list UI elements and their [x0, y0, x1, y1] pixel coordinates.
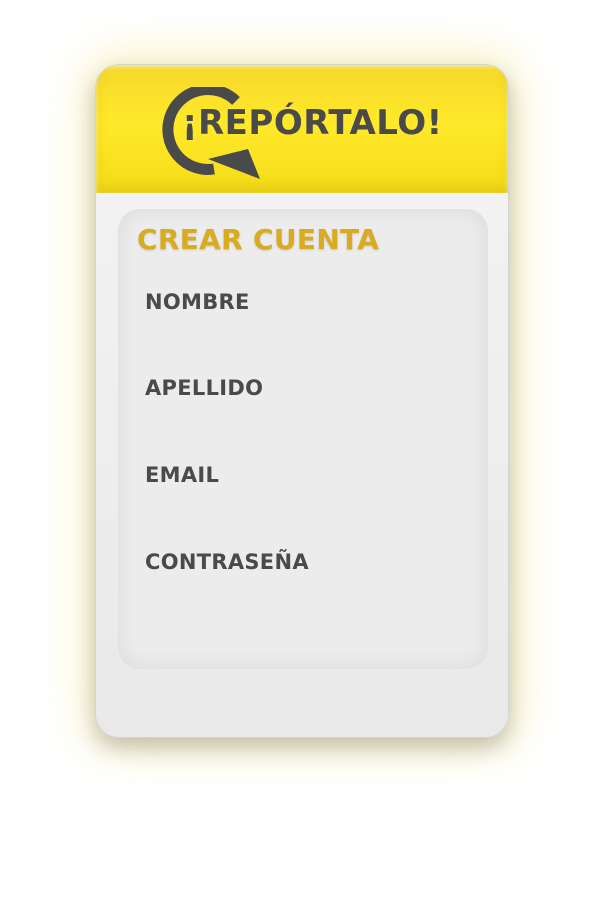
email-field[interactable]: EMAIL	[145, 463, 219, 487]
brand-name: ¡REPÓRTALO!	[182, 103, 443, 143]
app-header: ¡REPÓRTALO!	[96, 65, 508, 193]
page-title: CREAR CUENTA	[137, 223, 380, 256]
form-panel	[118, 209, 488, 669]
app-logo: ¡REPÓRTALO!	[156, 87, 466, 183]
signup-card: ¡REPÓRTALO! CREAR CUENTA NOMBRE APELLIDO…	[95, 64, 509, 738]
apellido-field[interactable]: APELLIDO	[145, 376, 263, 400]
nombre-field[interactable]: NOMBRE	[145, 290, 250, 314]
password-field[interactable]: CONTRASEÑA	[145, 550, 309, 574]
